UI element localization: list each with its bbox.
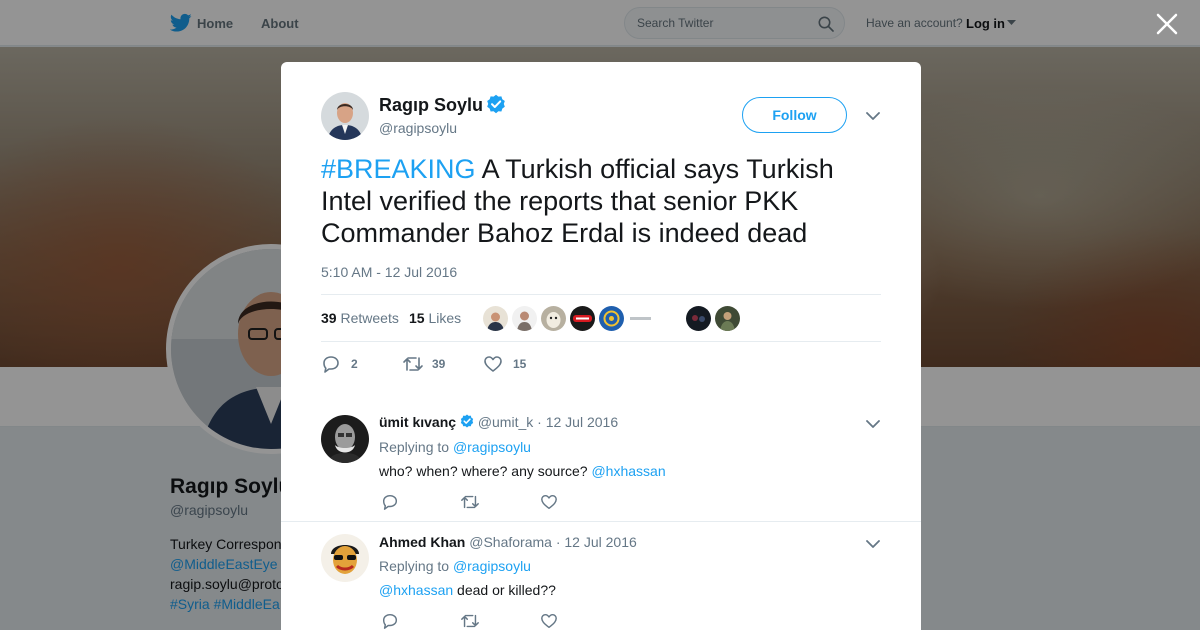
reply-text: @hxhassan dead or killed?? [379, 582, 556, 598]
reply-icon[interactable] [381, 493, 399, 511]
blank-avatar-icon [657, 306, 682, 331]
liker-avatar[interactable] [599, 306, 624, 331]
retweets-count: 39 [321, 310, 337, 326]
reply-author-handle[interactable]: @umit_k [478, 414, 533, 430]
mention-link[interactable]: @hxhassan [591, 463, 665, 479]
liker-avatar[interactable] [686, 306, 711, 331]
person-photo-icon [321, 92, 369, 140]
tweet-modal: Ragıp Soylu @ragipsoylu Follow #BREAKING… [281, 62, 921, 630]
replying-to-label: Replying to [379, 439, 450, 455]
person-photo-icon [483, 306, 508, 331]
reply-header: Ahmed Khan @Shaforama · 12 Jul 2016 [379, 534, 637, 550]
reply-tweet: ümit kıvanç @umit_k · 12 Jul 2016 Replyi… [281, 402, 921, 522]
heart-icon[interactable] [540, 612, 558, 630]
verified-badge-icon [487, 94, 505, 114]
heart-icon [484, 356, 502, 372]
reply-author-avatar[interactable] [321, 534, 369, 582]
person-photo-icon [512, 306, 537, 331]
reply-text: who? when? where? any source? @hxhassan [379, 463, 666, 479]
retweet-count: 39 [432, 357, 446, 371]
dot-separator: · [537, 414, 542, 430]
reply-date[interactable]: 12 Jul 2016 [546, 414, 618, 430]
reply-icon[interactable] [381, 612, 399, 630]
replying-to-line: Replying to @ragipsoylu [379, 439, 531, 455]
follow-button[interactable]: Follow [742, 97, 847, 133]
reply-author-handle[interactable]: @Shaforama [469, 534, 552, 550]
replying-to-link[interactable]: @ragipsoylu [453, 558, 531, 574]
retweets-stat[interactable]: 39 Retweets [321, 310, 399, 326]
person-photo-icon [321, 415, 369, 463]
dot-separator: · [555, 534, 561, 550]
chevron-down-icon[interactable] [866, 111, 880, 121]
likes-count: 15 [409, 310, 425, 326]
mention-link[interactable]: @hxhassan [379, 582, 453, 598]
person-photo-icon [686, 306, 711, 331]
chevron-down-icon[interactable] [866, 539, 880, 549]
replying-to-link[interactable]: @ragipsoylu [453, 439, 531, 455]
close-icon[interactable] [1155, 12, 1179, 36]
reply-body: who? when? where? any source? [379, 463, 592, 479]
reply-body: dead or killed?? [453, 582, 556, 598]
logo-icon [599, 306, 624, 331]
reply-author-name[interactable]: Ahmed Khan [379, 534, 465, 550]
author-name[interactable]: Ragıp Soylu [379, 95, 483, 116]
retweets-label: Retweets [340, 310, 399, 326]
reply-icon [323, 356, 339, 373]
retweet-icon [403, 357, 423, 371]
tweet-timestamp[interactable]: 5:10 AM - 12 Jul 2016 [321, 264, 457, 280]
person-photo-icon [715, 306, 740, 331]
liker-avatar[interactable] [657, 306, 682, 331]
liker-avatar[interactable] [541, 306, 566, 331]
reply-header: ümit kıvanç @umit_k · 12 Jul 2016 [379, 414, 618, 430]
liker-avatar[interactable] [715, 306, 740, 331]
liker-avatar[interactable] [628, 306, 653, 331]
reply-count: 2 [351, 357, 358, 371]
likes-label: Likes [428, 310, 462, 326]
replying-to-line: Replying to @ragipsoylu [379, 558, 531, 574]
person-photo-icon [321, 534, 369, 582]
logo-icon [570, 306, 595, 331]
likes-stat[interactable]: 15 Likes [409, 310, 461, 326]
animal-photo-icon [541, 306, 566, 331]
verified-badge-icon [460, 414, 474, 428]
tweet-actions: 2 39 15 [321, 354, 621, 374]
retweet-icon[interactable] [460, 612, 480, 630]
liker-avatar[interactable] [570, 306, 595, 331]
reply-author-avatar[interactable] [321, 415, 369, 463]
reply-date[interactable]: 12 Jul 2016 [564, 534, 636, 550]
reply-author-name[interactable]: ümit kıvanç [379, 414, 456, 430]
tweet-text: #BREAKING A Turkish official says Turkis… [321, 153, 891, 249]
replying-to-label: Replying to [379, 558, 450, 574]
liker-avatar[interactable] [483, 306, 508, 331]
reply-tweet: Ahmed Khan @Shaforama · 12 Jul 2016 Repl… [281, 521, 921, 630]
hashtag-link[interactable]: #BREAKING [321, 154, 476, 184]
heart-icon[interactable] [540, 493, 558, 511]
logo-icon [628, 306, 653, 331]
author-avatar[interactable] [321, 92, 369, 140]
chevron-down-icon[interactable] [866, 419, 880, 429]
like-count: 15 [513, 357, 527, 371]
retweet-icon[interactable] [460, 493, 480, 511]
liker-avatar[interactable] [512, 306, 537, 331]
author-handle[interactable]: @ragipsoylu [379, 120, 457, 136]
tweet-stats: 39 Retweets 15 Likes [321, 294, 881, 342]
